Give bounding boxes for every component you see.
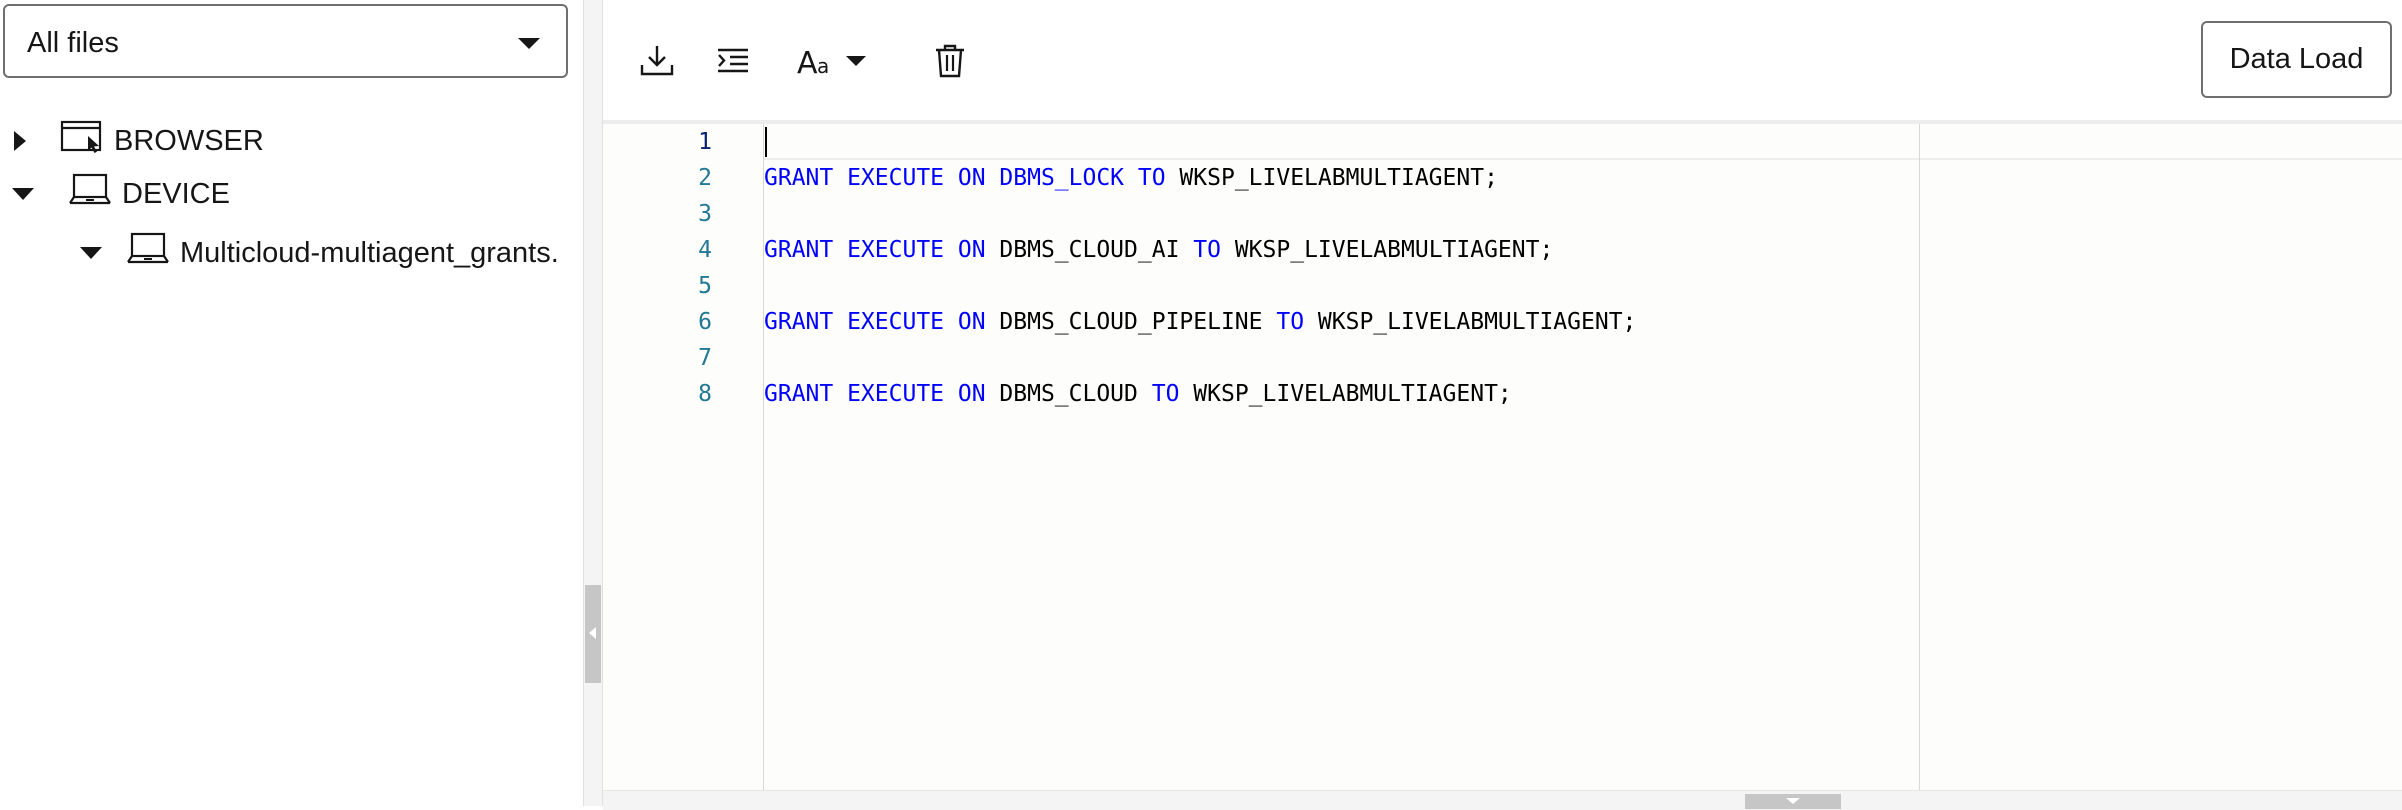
trash-icon bbox=[936, 44, 964, 78]
sql-keyword: TO bbox=[1151, 381, 1180, 407]
svg-text:a: a bbox=[817, 54, 829, 78]
line-number-gutter: 1 2 3 4 5 6 7 8 bbox=[603, 124, 764, 790]
line-number: 7 bbox=[698, 345, 712, 371]
sql-keyword: GRANT EXECUTE ON bbox=[764, 237, 986, 263]
code-line: GRANT EXECUTE ON DBMS_CLOUD_AI TO WKSP_L… bbox=[764, 232, 1553, 268]
chevron-down-icon bbox=[518, 38, 540, 49]
line-number: 3 bbox=[698, 201, 712, 227]
sql-text: DBMS_CLOUD_AI bbox=[985, 237, 1194, 263]
line-number: 5 bbox=[698, 273, 712, 299]
collapse-left-icon bbox=[589, 627, 596, 639]
tree-item-label: Multicloud-multiagent_grants. bbox=[180, 236, 559, 269]
sql-keyword: GRANT EXECUTE ON DBMS_LOCK TO bbox=[764, 165, 1166, 191]
format-indent-icon bbox=[718, 48, 748, 73]
line-number: 6 bbox=[698, 309, 712, 335]
horizontal-scrollbar[interactable] bbox=[603, 790, 2402, 810]
code-editor[interactable]: 1 2 3 4 5 6 7 8 GRANT EXECUTE ON DBMS_LOCK TO W… bbox=[603, 120, 2402, 810]
tree-item-browser[interactable]: BROWSER bbox=[14, 116, 264, 166]
panel-splitter[interactable] bbox=[583, 0, 603, 806]
svg-text:A: A bbox=[797, 46, 818, 79]
file-browser-panel: All files BROWSER DEVICE Multicloud-mult… bbox=[0, 0, 583, 806]
line-number: 8 bbox=[698, 381, 712, 407]
tree-item-label: DEVICE bbox=[122, 177, 230, 210]
sql-keyword: TO bbox=[1276, 309, 1305, 335]
laptop-icon bbox=[68, 171, 112, 217]
chevron-down-icon bbox=[1786, 798, 1800, 804]
laptop-icon bbox=[126, 230, 170, 276]
expand-arrow-icon[interactable] bbox=[14, 131, 26, 151]
line-number: 4 bbox=[698, 237, 712, 263]
tree-item-device[interactable]: DEVICE bbox=[12, 169, 230, 219]
data-load-button[interactable]: Data Load bbox=[2201, 21, 2392, 98]
line-number: 1 bbox=[698, 129, 712, 155]
tree-item-file[interactable]: Multicloud-multiagent_grants. bbox=[80, 228, 559, 278]
sql-text: WKSP_LIVELABMULTIAGENT; bbox=[1220, 237, 1554, 263]
collapse-arrow-icon[interactable] bbox=[80, 247, 102, 259]
browser-window-icon bbox=[60, 118, 104, 164]
sql-text: WKSP_LIVELABMULTIAGENT; bbox=[1179, 381, 1512, 407]
line-number: 2 bbox=[698, 165, 712, 191]
sql-keyword: TO bbox=[1193, 237, 1221, 263]
splitter-handle[interactable] bbox=[585, 585, 601, 683]
sql-text: DBMS_CLOUD bbox=[985, 381, 1152, 407]
code-line: GRANT EXECUTE ON DBMS_LOCK TO WKSP_LIVEL… bbox=[764, 160, 1498, 196]
collapse-arrow-icon[interactable] bbox=[12, 188, 34, 200]
tree-item-label: BROWSER bbox=[114, 124, 264, 157]
column-ruler bbox=[1919, 124, 1920, 790]
code-line: GRANT EXECUTE ON DBMS_CLOUD TO WKSP_LIVE… bbox=[764, 376, 1512, 412]
sql-text: WKSP_LIVELABMULTIAGENT; bbox=[1165, 165, 1498, 191]
sql-text: DBMS_CLOUD_PIPELINE bbox=[985, 309, 1277, 335]
sql-keyword: GRANT EXECUTE ON bbox=[764, 381, 986, 407]
download-button[interactable] bbox=[632, 36, 682, 86]
font-size-icon: A a bbox=[797, 46, 829, 79]
current-line-highlight bbox=[764, 124, 2402, 160]
file-filter-value: All files bbox=[27, 27, 119, 59]
code-line: GRANT EXECUTE ON DBMS_CLOUD_PIPELINE TO … bbox=[764, 304, 1636, 340]
editor-toolbar: A a Data Load bbox=[603, 0, 2402, 120]
scrollbar-thumb[interactable] bbox=[1745, 794, 1841, 809]
download-icon bbox=[640, 46, 674, 76]
file-filter-select[interactable]: All files bbox=[3, 4, 568, 78]
sql-text: WKSP_LIVELABMULTIAGENT; bbox=[1304, 309, 1637, 335]
text-cursor bbox=[765, 127, 767, 157]
format-button[interactable] bbox=[708, 36, 758, 86]
font-size-button[interactable]: A a bbox=[796, 36, 886, 86]
delete-button[interactable] bbox=[925, 36, 975, 86]
sql-keyword: GRANT EXECUTE ON bbox=[764, 309, 986, 335]
chevron-down-icon bbox=[846, 56, 866, 66]
